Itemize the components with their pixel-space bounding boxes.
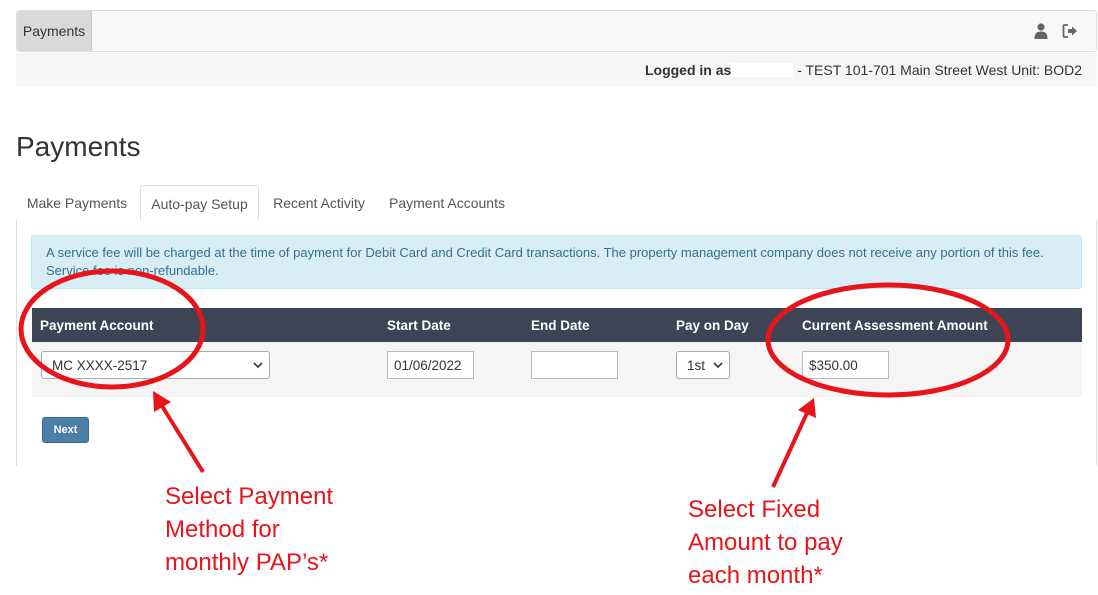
login-bar: Logged in as - TEST 101-701 Main Street …	[16, 53, 1097, 86]
header-start-date: Start Date	[387, 318, 451, 333]
user-icon[interactable]	[1032, 22, 1050, 40]
header-current-assessment-amount: Current Assessment Amount	[802, 318, 988, 333]
start-date-value: 01/06/2022	[394, 357, 462, 373]
annotation-text-left: Select Payment Method for monthly PAP’s*	[165, 483, 334, 576]
table-header: Payment Account Start Date End Date Pay …	[32, 308, 1082, 342]
login-status: Logged in as - TEST 101-701 Main Street …	[645, 62, 1082, 78]
tab-auto-pay-setup[interactable]: Auto-pay Setup	[140, 185, 259, 222]
nav-tab-payments[interactable]: Payments	[17, 11, 92, 51]
top-navbar: Payments	[16, 10, 1097, 52]
payment-account-value: MC XXXX-2517	[52, 357, 148, 373]
pay-on-day-select[interactable]: 1st	[676, 351, 730, 379]
header-pay-on-day: Pay on Day	[676, 318, 749, 333]
tab-bar: Make Payments Auto-pay Setup Recent Acti…	[16, 185, 1097, 222]
annotation-text-right: Select Fixed Amount to pay each month*	[688, 496, 843, 589]
table-row: MC XXXX-2517 01/06/2022 1st $350.00	[32, 342, 1082, 397]
auto-pay-panel: A service fee will be charged at the tim…	[16, 220, 1097, 466]
assessment-amount-input[interactable]: $350.00	[802, 351, 889, 379]
next-button[interactable]: Next	[42, 417, 89, 443]
login-prefix: Logged in as	[644, 62, 732, 78]
end-date-input[interactable]	[531, 351, 618, 379]
chevron-down-icon	[713, 362, 723, 369]
redacted-username	[731, 63, 794, 77]
service-fee-alert: A service fee will be charged at the tim…	[31, 235, 1082, 289]
start-date-input[interactable]: 01/06/2022	[387, 351, 474, 379]
header-payment-account: Payment Account	[40, 318, 154, 333]
logout-icon[interactable]	[1061, 22, 1079, 40]
tab-payment-accounts[interactable]: Payment Accounts	[379, 185, 515, 221]
pay-on-day-value: 1st	[687, 357, 706, 373]
assessment-amount-value: $350.00	[809, 357, 858, 373]
tab-recent-activity[interactable]: Recent Activity	[263, 185, 375, 221]
tab-make-payments[interactable]: Make Payments	[16, 185, 138, 221]
page-title: Payments	[16, 131, 141, 162]
chevron-down-icon	[253, 362, 263, 369]
login-suffix: - TEST 101-701 Main Street West Unit: BO…	[793, 62, 1082, 78]
header-end-date: End Date	[531, 318, 590, 333]
payment-account-select[interactable]: MC XXXX-2517	[41, 351, 270, 379]
